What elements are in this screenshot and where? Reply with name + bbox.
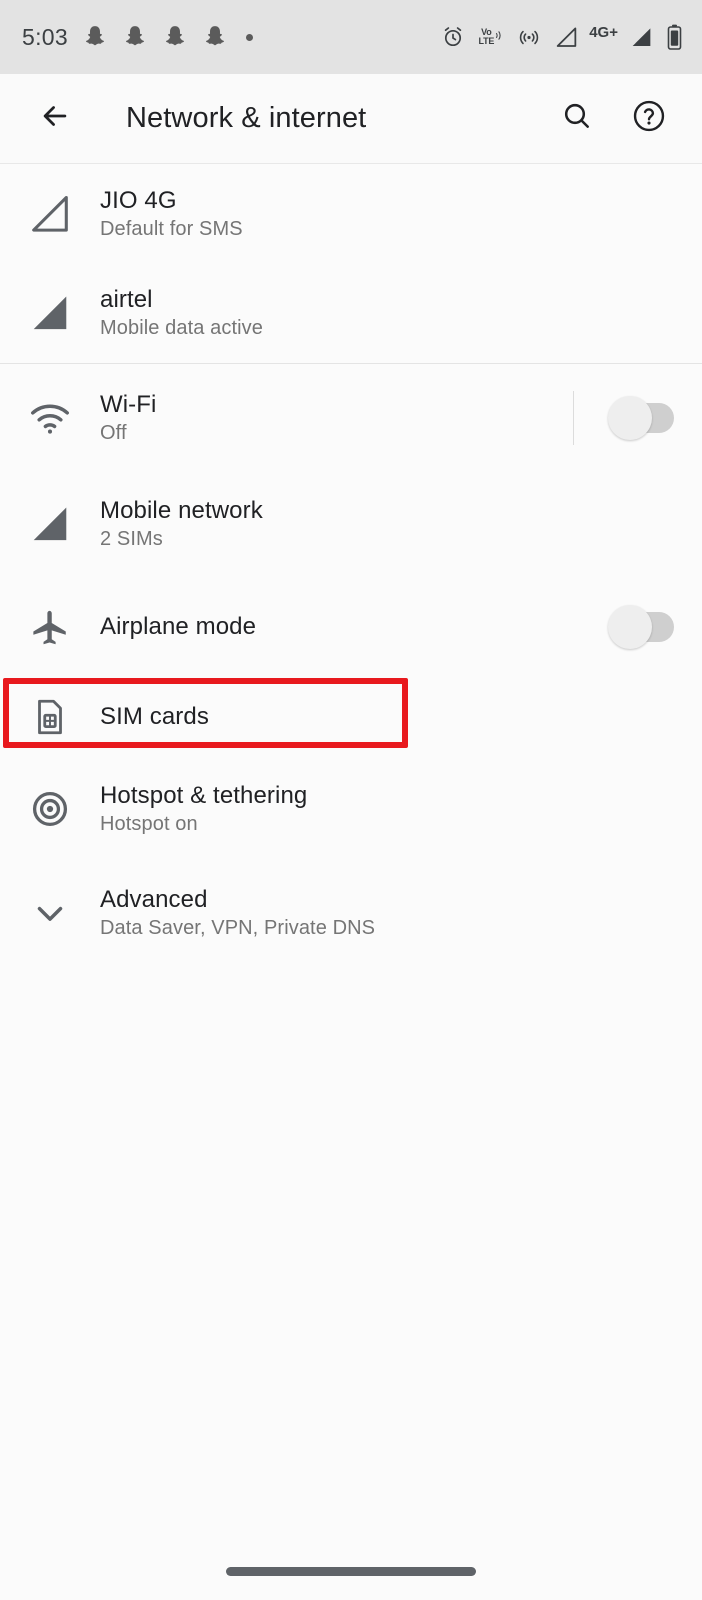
list-item-subtitle: Hotspot on [100, 813, 198, 835]
list-item-title: Mobile network [100, 497, 263, 524]
page-title: Network & internet [126, 102, 367, 134]
back-button[interactable] [28, 92, 82, 146]
signal-filled-icon [0, 290, 100, 336]
list-item-jio[interactable]: JIO 4G Default for SMS [0, 164, 702, 263]
overflow-dot-icon [245, 33, 253, 41]
airplane-icon [0, 606, 100, 648]
list-item-hotspot-tethering[interactable]: Hotspot & tethering Hotspot on [0, 757, 702, 861]
back-arrow-icon [38, 99, 72, 138]
wifi-icon [0, 396, 100, 440]
list-item-subtitle: Off [100, 422, 127, 444]
wifi-toggle-area [573, 391, 674, 445]
list-item-subtitle: 2 SIMs [100, 528, 163, 550]
list-item-sim-cards[interactable]: SIM cards [0, 677, 702, 757]
status-clock: 5:03 [22, 23, 68, 50]
list-item-wifi[interactable]: Wi-Fi Off [0, 364, 702, 472]
list-item-subtitle: Default for SMS [100, 217, 243, 240]
help-icon [631, 98, 667, 139]
battery-icon [667, 24, 682, 50]
list-item-text: Advanced Data Saver, VPN, Private DNS [100, 886, 674, 940]
list-item-airplane-mode[interactable]: Airplane mode [0, 576, 702, 677]
chevron-down-icon [0, 892, 100, 934]
volte-bottom-label: LTE [478, 36, 495, 46]
list-item-subtitle: Mobile data active [100, 317, 264, 339]
sim2-signal-icon [629, 25, 654, 50]
search-button[interactable] [550, 92, 604, 146]
status-bar: 5:03 Vo LTE 4G+ [0, 0, 702, 74]
settings-list: JIO 4G Default for SMS airtel Mobile dat… [0, 164, 702, 965]
snapchat-ghost-icon [82, 24, 108, 50]
list-item-subtitle: Data Saver, VPN, Private DNS [100, 917, 376, 939]
wifi-toggle[interactable] [608, 396, 674, 440]
list-item-text: SIM cards [100, 703, 674, 731]
status-bar-left: 5:03 [22, 24, 441, 51]
snapchat-ghost-icon [122, 24, 148, 50]
sim-card-icon [0, 696, 100, 738]
toggle-thumb [608, 396, 652, 440]
snapchat-ghost-icon [162, 24, 188, 50]
toggle-divider [573, 391, 574, 445]
signal-outline-icon [0, 191, 100, 237]
volte-icon: Vo LTE [478, 28, 504, 46]
network-type-label: 4G+ [589, 23, 618, 41]
list-item-title: JIO 4G [100, 186, 177, 214]
list-item-title: Wi-Fi [100, 391, 157, 418]
list-item-airtel[interactable]: airtel Mobile data active [0, 263, 702, 363]
status-bar-right: Vo LTE 4G+ [441, 24, 682, 51]
list-item-title: Advanced [100, 886, 208, 913]
app-bar: Network & internet [0, 74, 702, 164]
signal-filled-icon [0, 501, 100, 547]
list-item-advanced[interactable]: Advanced Data Saver, VPN, Private DNS [0, 861, 702, 965]
hotspot-icon [0, 787, 100, 831]
list-item-text: Airplane mode [100, 613, 614, 641]
list-item-title: SIM cards [100, 703, 209, 730]
list-item-title: Hotspot & tethering [100, 782, 308, 809]
airplane-toggle-area [608, 604, 674, 649]
list-item-text: JIO 4G Default for SMS [100, 187, 674, 241]
sim1-signal-icon [554, 25, 579, 50]
alarm-icon [441, 25, 465, 49]
list-item-text: Mobile network 2 SIMs [100, 497, 674, 551]
list-item-title: airtel [100, 286, 153, 313]
gesture-nav-pill[interactable] [226, 1567, 476, 1576]
phone-screen: 5:03 Vo LTE 4G+ Network & internet JIO 4… [0, 0, 702, 1600]
help-button[interactable] [622, 92, 676, 146]
list-item-text: Hotspot & tethering Hotspot on [100, 782, 674, 836]
list-item-title: Airplane mode [100, 612, 257, 640]
search-icon [561, 100, 593, 137]
airplane-mode-toggle[interactable] [608, 604, 674, 649]
hotspot-icon [517, 25, 541, 49]
snapchat-ghost-icon [202, 24, 228, 50]
list-item-mobile-network[interactable]: Mobile network 2 SIMs [0, 472, 702, 576]
toggle-thumb [608, 604, 652, 649]
list-item-text: Wi-Fi Off [100, 391, 573, 445]
list-item-text: airtel Mobile data active [100, 286, 674, 340]
